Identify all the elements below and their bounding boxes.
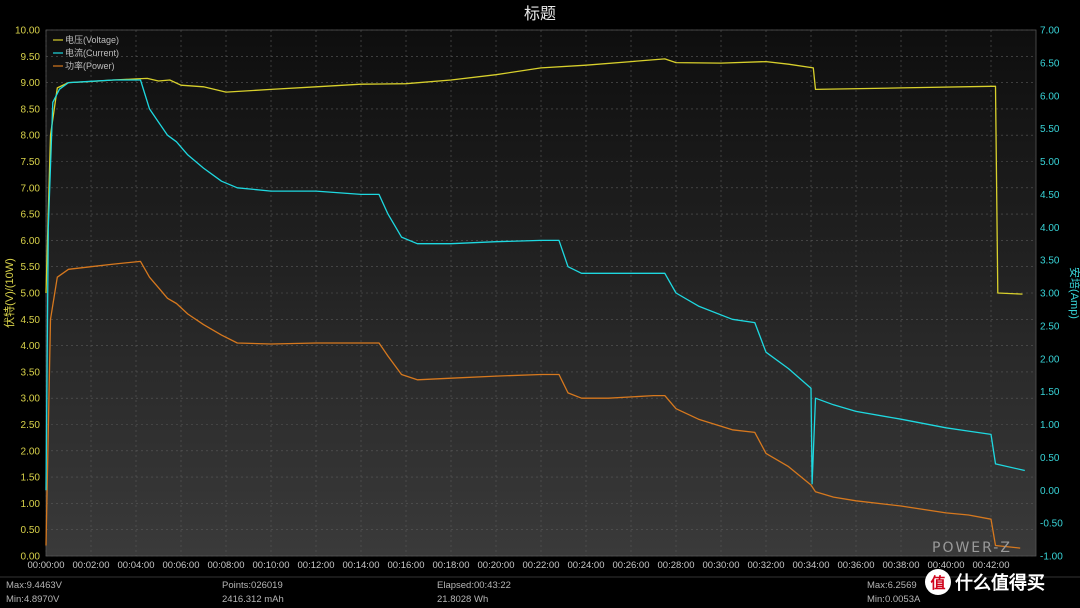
y-right-tick-label: 6.00 xyxy=(1040,91,1060,102)
y-right-tick-label: 7.00 xyxy=(1040,26,1060,37)
x-tick-label: 00:16:00 xyxy=(388,560,425,571)
x-tick-label: 00:24:00 xyxy=(568,560,605,571)
x-tick-label: 00:22:00 xyxy=(523,560,560,571)
y-left-tick-label: 1.00 xyxy=(21,499,41,510)
y-right-tick-label: 3.00 xyxy=(1040,289,1060,300)
y-left-tick-label: 8.00 xyxy=(21,131,41,142)
x-tick-label: 00:26:00 xyxy=(613,560,650,571)
stat-min-current: Min:0.0053A xyxy=(867,594,921,605)
stat-max-current: Max:6.2569 xyxy=(867,580,917,591)
stat-capacity: 2416.312 mAh xyxy=(222,594,284,605)
y-axis-left-label: 伏特(V)/(10W) xyxy=(2,258,16,328)
legend: 电压(Voltage) 电流(Current) 功率(Power) xyxy=(53,34,119,71)
x-tick-label: 00:02:00 xyxy=(73,560,110,571)
x-tick-label: 00:36:00 xyxy=(838,560,875,571)
y-left-tick-label: 0.50 xyxy=(21,525,41,536)
stat-points: Points:026019 xyxy=(222,580,283,591)
x-tick-label: 00:42:00 xyxy=(973,560,1010,571)
y-left-tick-label: 6.00 xyxy=(21,236,41,247)
y-left-tick-label: 5.50 xyxy=(21,262,41,273)
y-right-tick-label: 5.00 xyxy=(1040,157,1060,168)
y-left-tick-label: 7.00 xyxy=(21,183,41,194)
y-right-tick-label: -1.00 xyxy=(1040,552,1063,563)
y-right-tick-label: 1.00 xyxy=(1040,420,1060,431)
watermark-text: POWER-Z xyxy=(932,540,1012,556)
x-tick-label: 00:28:00 xyxy=(658,560,695,571)
x-tick-label: 00:18:00 xyxy=(433,560,470,571)
y-right-tick-label: 4.00 xyxy=(1040,223,1060,234)
legend-current-label: 电流(Current) xyxy=(65,47,119,58)
y-left-tick-label: 9.50 xyxy=(21,52,41,63)
stat-elapsed: Elapsed:00:43:22 xyxy=(437,580,511,591)
x-tick-label: 00:08:00 xyxy=(208,560,245,571)
y-right-tick-label: 6.50 xyxy=(1040,58,1060,69)
y-left-tick-label: 7.50 xyxy=(21,157,41,168)
y-left-tick-label: 10.00 xyxy=(15,26,40,37)
y-right-tick-label: 1.50 xyxy=(1040,387,1060,398)
y-left-tick-label: 3.00 xyxy=(21,394,41,405)
x-tick-label: 00:38:00 xyxy=(883,560,920,571)
x-tick-label: 00:06:00 xyxy=(163,560,200,571)
y-left-tick-label: 5.00 xyxy=(21,289,41,300)
x-tick-label: 00:00:00 xyxy=(28,560,65,571)
y-right-tick-label: 2.00 xyxy=(1040,354,1060,365)
y-left-tick-label: 6.50 xyxy=(21,210,41,221)
x-tick-label: 00:32:00 xyxy=(748,560,785,571)
y-left-tick-label: 8.50 xyxy=(21,104,41,115)
chart-title: 标题 xyxy=(524,4,556,23)
y-left-tick-label: 4.00 xyxy=(21,341,41,352)
site-logo-text: 什么值得买 xyxy=(955,572,1045,594)
y-right-tick-label: 0.00 xyxy=(1040,486,1060,497)
stat-min-voltage: Min:4.8970V xyxy=(6,594,60,605)
legend-power-label: 功率(Power) xyxy=(65,60,115,71)
x-tick-label: 00:14:00 xyxy=(343,560,380,571)
y-left-tick-label: 9.00 xyxy=(21,78,41,89)
site-logo: 值 什么值得买 xyxy=(925,569,1045,595)
x-tick-label: 00:04:00 xyxy=(118,560,155,571)
y-left-tick-label: 2.50 xyxy=(21,420,41,431)
y-right-tick-label: 5.50 xyxy=(1040,124,1060,135)
x-tick-label: 00:20:00 xyxy=(478,560,515,571)
y-left-tick-label: 3.50 xyxy=(21,367,41,378)
y-axis-right-label: 安培(Amp) xyxy=(1068,267,1080,319)
site-logo-glyph: 值 xyxy=(930,574,945,592)
x-tick-label: 00:30:00 xyxy=(703,560,740,571)
power-meter-chart: 0.00 0.50 1.00 1.50 2.00 2.50 3.00 3.50 4.00 4.50… xyxy=(0,0,1080,608)
x-tick-label: 00:12:00 xyxy=(298,560,335,571)
x-tick-label: 00:10:00 xyxy=(253,560,290,571)
stat-max-voltage: Max:9.4463V xyxy=(6,580,63,591)
y-right-tick-label: -0.50 xyxy=(1040,519,1063,530)
y-left-tick-label: 4.50 xyxy=(21,315,41,326)
y-left-tick-label: 2.00 xyxy=(21,446,41,457)
y-right-tick-label: 4.50 xyxy=(1040,190,1060,201)
stat-energy: 21.8028 Wh xyxy=(437,594,488,605)
legend-voltage-label: 电压(Voltage) xyxy=(65,34,119,45)
y-left-tick-label: 1.50 xyxy=(21,473,41,484)
x-tick-label: 00:40:00 xyxy=(928,560,965,571)
y-right-tick-label: 2.50 xyxy=(1040,321,1060,332)
x-tick-label: 00:34:00 xyxy=(793,560,830,571)
y-right-tick-label: 0.50 xyxy=(1040,453,1060,464)
y-right-tick-label: 3.50 xyxy=(1040,256,1060,267)
